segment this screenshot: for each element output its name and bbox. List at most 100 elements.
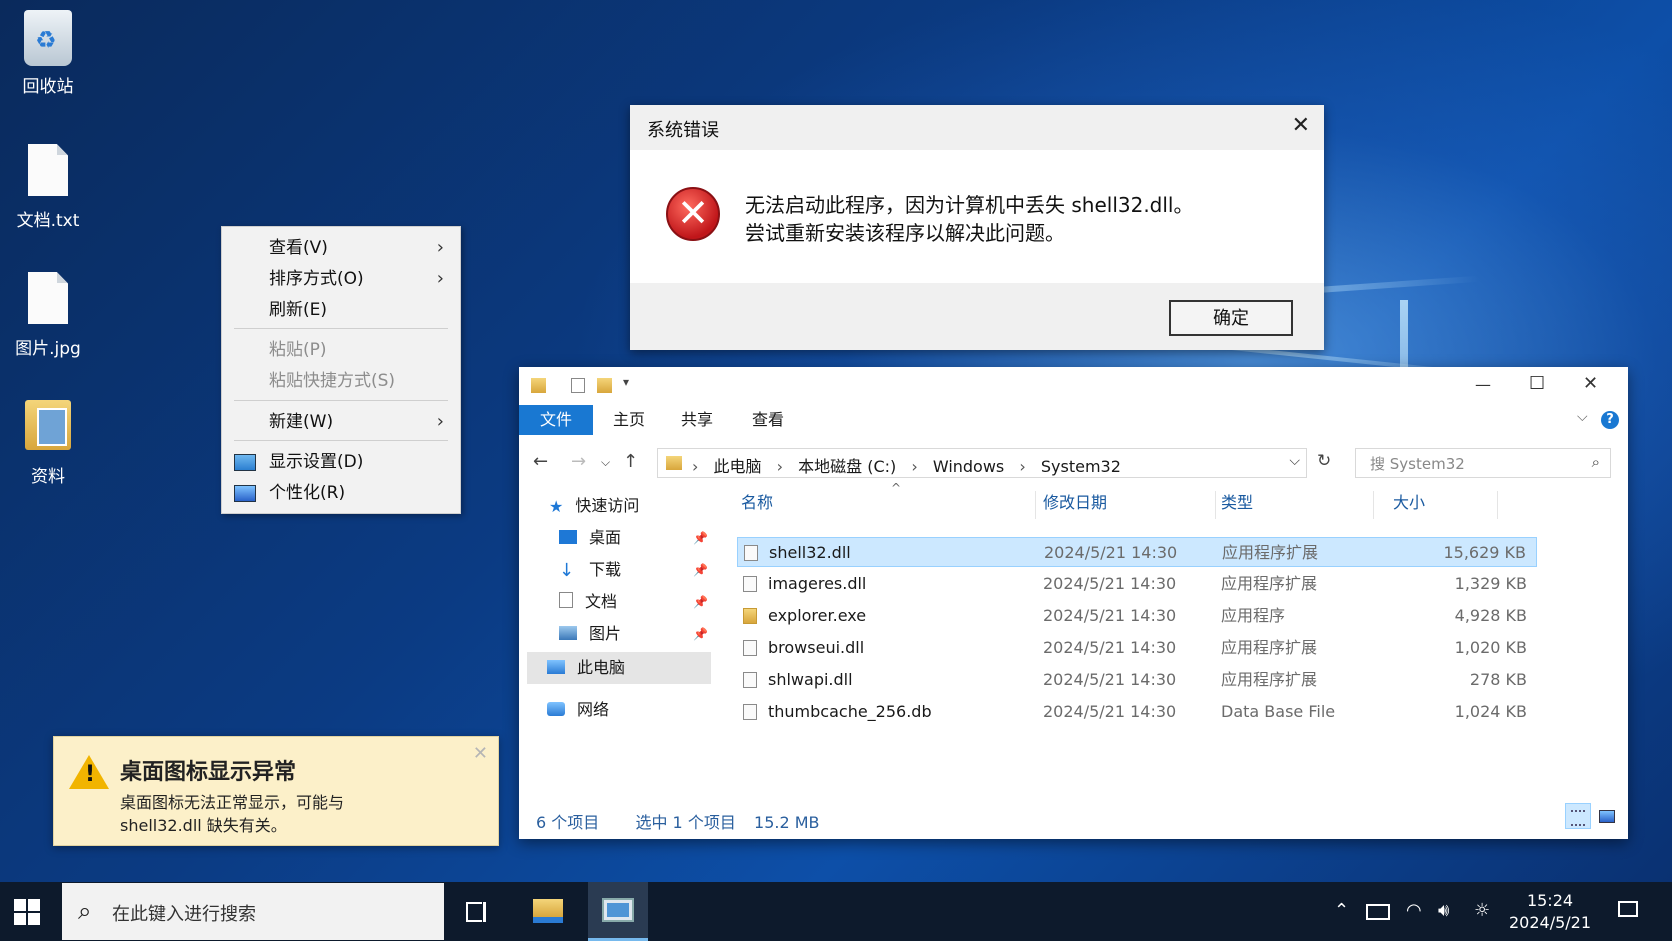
breadcrumb-this-pc[interactable]: 此电脑 <box>714 457 762 476</box>
settings-icon[interactable]: ☼ <box>1474 900 1490 921</box>
taskbar-clock[interactable]: 15:24 2024/5/21 <box>1505 890 1595 934</box>
column-header-name[interactable]: 名称 <box>741 487 773 519</box>
taskbar-search-box[interactable]: ⌕ 在此键入进行搜索 <box>62 883 444 940</box>
table-row[interactable]: thumbcache_256.db 2024/5/21 14:30 Data B… <box>737 697 1537 727</box>
nav-item-desktop[interactable]: 桌面 📌 <box>559 523 729 553</box>
tab-share[interactable]: 共享 <box>681 405 713 435</box>
menu-item-new[interactable]: 新建(W) › <box>222 407 460 437</box>
task-view-button[interactable] <box>447 882 505 941</box>
search-icon: ⌕ <box>1591 453 1600 471</box>
navigation-pane: ★ 快速访问 桌面 📌 ↓ 下载 📌 文档 📌 图片 📌 此电脑 网络 <box>519 491 714 796</box>
menu-item-refresh[interactable]: 刷新(E) <box>222 295 460 325</box>
help-icon[interactable]: ? <box>1601 411 1619 429</box>
nav-item-pictures[interactable]: 图片 📌 <box>559 619 729 649</box>
breadcrumb-local-disk[interactable]: 本地磁盘 (C:) <box>798 457 896 476</box>
menu-item-sort[interactable]: 排序方式(O) › <box>222 264 460 294</box>
folder-icon <box>533 899 563 923</box>
error-icon: ✕ <box>666 187 720 241</box>
status-bar: 6 个项目 选中 1 个项目 15.2 MB <box>536 809 820 833</box>
breadcrumb-windows[interactable]: Windows <box>933 457 1004 476</box>
download-icon: ↓ <box>559 560 575 581</box>
chevron-down-icon[interactable]: ⌵ <box>1577 409 1588 425</box>
nav-item-label: 快速访问 <box>575 496 640 515</box>
up-arrow-icon[interactable]: ↑ <box>623 451 638 472</box>
warning-exclamation: ! <box>85 762 96 787</box>
nav-item-network[interactable]: 网络 <box>547 695 609 725</box>
file-explorer-taskbar-button[interactable] <box>518 882 576 941</box>
menu-separator <box>234 328 448 329</box>
menu-item-personalize[interactable]: 个性化(R) <box>222 478 460 508</box>
recent-locations-icon[interactable]: ⌵ <box>601 455 610 470</box>
nav-item-quick-access[interactable]: ★ 快速访问 <box>549 491 639 521</box>
warning-toast[interactable]: ! 桌面图标显示异常 桌面图标无法正常显示，可能与 shell32.dll 缺失… <box>53 736 499 846</box>
new-folder-icon[interactable] <box>597 378 612 393</box>
column-header-size[interactable]: 大小 <box>1393 487 1425 519</box>
desktop-icon-text-file[interactable]: 文档.txt <box>0 144 96 231</box>
desktop-icon-folder[interactable]: 资料 <box>0 400 96 487</box>
nav-item-this-pc[interactable]: 此电脑 <box>547 653 625 683</box>
file-date: 2024/5/21 14:30 <box>1043 638 1177 657</box>
status-item-count: 6 个项目 <box>536 813 600 832</box>
menu-item-display-settings[interactable]: 显示设置(D) <box>222 447 460 477</box>
task-view-icon <box>466 902 482 922</box>
column-divider[interactable] <box>1497 491 1498 519</box>
tab-file[interactable]: 文件 <box>519 405 593 435</box>
close-icon[interactable]: ✕ <box>473 743 488 764</box>
notification-center-icon[interactable] <box>1618 901 1638 917</box>
search-input[interactable]: 搜 System32 ⌕ <box>1355 448 1611 478</box>
table-row[interactable]: browseui.dll 2024/5/21 14:30 应用程序扩展 1,02… <box>737 633 1537 663</box>
maximize-button[interactable]: ☐ <box>1529 373 1545 394</box>
table-row[interactable]: shell32.dll 2024/5/21 14:30 应用程序扩展 15,62… <box>737 537 1537 567</box>
dialog-title: 系统错误 <box>647 120 719 141</box>
volume-icon[interactable]: 🔊︎ <box>1438 900 1449 921</box>
db-file-icon <box>743 704 757 720</box>
minimize-button[interactable]: — <box>1475 375 1491 394</box>
menu-item-label: 粘贴(P) <box>269 340 327 360</box>
large-icons-view-icon[interactable] <box>1593 803 1619 829</box>
search-icon: ⌕ <box>78 897 92 925</box>
active-window-taskbar-button[interactable] <box>588 882 648 941</box>
windows-start-icon[interactable] <box>14 899 40 925</box>
refresh-icon[interactable]: ↻ <box>1317 451 1331 471</box>
pin-icon: 📌 <box>693 595 708 609</box>
chevron-up-icon[interactable]: ⌃ <box>1334 900 1349 921</box>
table-row[interactable]: explorer.exe 2024/5/21 14:30 应用程序 4,928 … <box>737 601 1537 631</box>
close-icon[interactable]: ✕ <box>1292 113 1310 138</box>
chevron-down-icon[interactable]: ▾ <box>623 375 638 390</box>
details-view-icon[interactable] <box>1565 803 1591 829</box>
nav-item-label: 文档 <box>585 592 618 611</box>
battery-icon[interactable] <box>1366 904 1390 920</box>
desktop-icon-image-file[interactable]: 图片.jpg <box>0 272 96 359</box>
table-row[interactable]: shlwapi.dll 2024/5/21 14:30 应用程序扩展 278 K… <box>737 665 1537 695</box>
wifi-icon[interactable]: ◠ <box>1406 900 1422 921</box>
file-list: 名称 ^ 修改日期 类型 大小 shell32.dll 2024/5/21 14… <box>737 481 1617 787</box>
column-header-date[interactable]: 修改日期 <box>1043 487 1107 519</box>
file-type: 应用程序扩展 <box>1221 670 1318 689</box>
column-divider[interactable] <box>1035 491 1036 519</box>
ok-button[interactable]: 确定 <box>1169 300 1293 336</box>
close-button[interactable]: ✕ <box>1583 373 1598 394</box>
nav-item-downloads[interactable]: ↓ 下载 📌 <box>559 555 729 585</box>
properties-icon[interactable] <box>571 378 585 393</box>
menu-item-view[interactable]: 查看(V) › <box>222 233 460 263</box>
column-divider[interactable] <box>1215 491 1216 519</box>
nav-item-documents[interactable]: 文档 📌 <box>559 587 729 617</box>
column-header-type[interactable]: 类型 <box>1221 487 1253 519</box>
address-row: ← → ⌵ ↑ › 此电脑 › 本地磁盘 (C:) › Windows › Sy… <box>519 445 1628 481</box>
toast-body: 桌面图标无法正常显示，可能与 shell32.dll 缺失有关。 <box>120 791 344 837</box>
dialog-titlebar: 系统错误 ✕ <box>630 105 1324 150</box>
search-placeholder: 搜 System32 <box>1370 455 1465 473</box>
column-divider[interactable] <box>1373 491 1374 519</box>
forward-arrow-icon[interactable]: → <box>571 451 586 472</box>
chevron-down-icon[interactable]: ⌵ <box>1289 453 1300 469</box>
breadcrumb-system32[interactable]: System32 <box>1041 457 1121 476</box>
file-date: 2024/5/21 14:30 <box>1044 543 1178 562</box>
desktop-icon-label: 图片.jpg <box>15 339 81 359</box>
back-arrow-icon[interactable]: ← <box>533 451 548 472</box>
tab-home[interactable]: 主页 <box>613 405 645 435</box>
table-row[interactable]: imageres.dll 2024/5/21 14:30 应用程序扩展 1,32… <box>737 569 1537 599</box>
tab-view[interactable]: 查看 <box>752 405 784 435</box>
desktop-icon-recycle-bin[interactable]: 回收站 <box>0 10 96 97</box>
quick-access-toolbar: ▾ — ☐ ✕ <box>519 367 1628 405</box>
address-bar[interactable]: › 此电脑 › 本地磁盘 (C:) › Windows › System32 ⌵ <box>657 448 1307 478</box>
